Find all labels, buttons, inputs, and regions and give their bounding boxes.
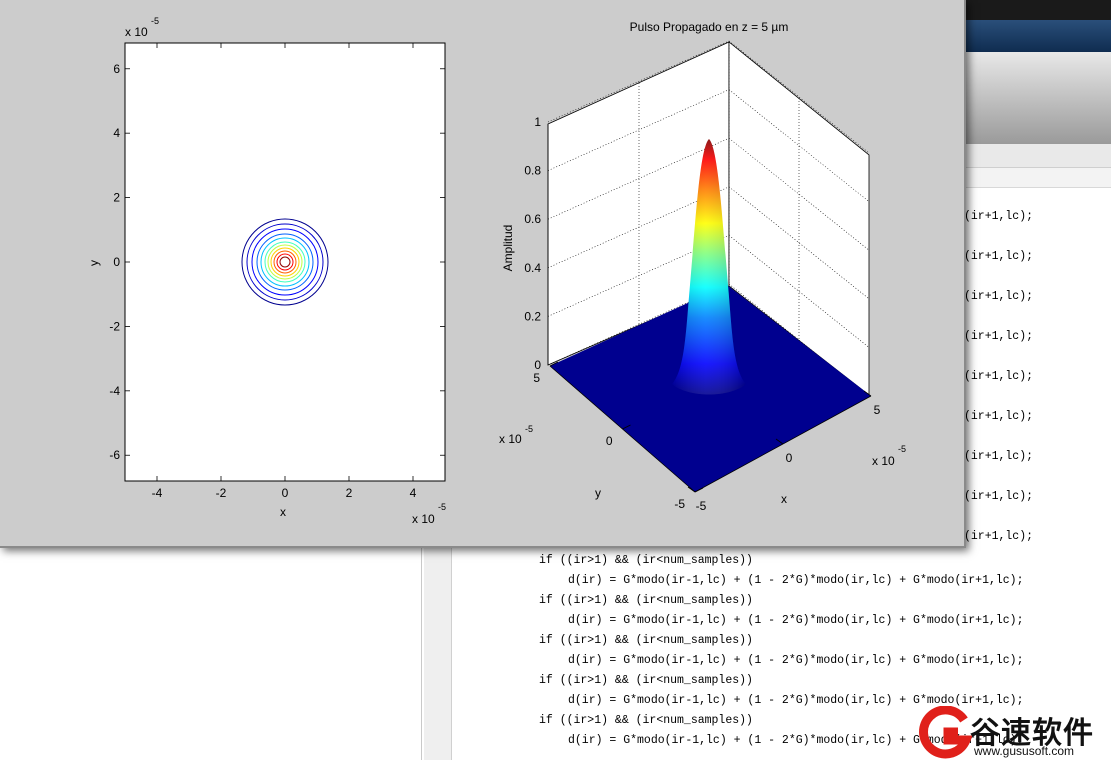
surface-y-tick-label: 0 (606, 434, 613, 448)
surface-x-label: x (781, 492, 787, 506)
code-line: (ir+1,lc); (964, 250, 1034, 263)
contour-y-tick-label: 2 (113, 191, 120, 205)
surface-x-tick-label: 0 (786, 451, 793, 465)
surface-x-tick-label: -5 (696, 499, 707, 513)
code-line: (ir+1,lc); (964, 370, 1034, 383)
contour-x-tick-label: 4 (410, 486, 417, 500)
surface-y-tick-label: -5 (674, 497, 685, 511)
surface-y-tick-label: 5 (533, 371, 540, 385)
watermark: 谷速软件 www.gususoft.com (918, 704, 1111, 760)
contour-y-tick-label: 4 (113, 126, 120, 140)
contour-x-label: x (280, 505, 286, 519)
watermark-url: www.gususoft.com (974, 744, 1075, 758)
surface-z-label: Amplitud (501, 225, 515, 272)
surface-z-tick-label: 1 (534, 115, 541, 129)
contour-y-tick-label: -6 (109, 448, 120, 462)
code-line: if ((ir>1) && (ir<num_samples)) (539, 594, 753, 607)
code-line: (ir+1,lc); (964, 210, 1034, 223)
editor-toolbar (960, 52, 1111, 144)
contour-x-exponent-power: -5 (438, 502, 446, 512)
code-line: d(ir) = G*modo(ir-1,lc) + (1 - 2*G)*modo… (568, 574, 1024, 587)
code-line: (ir+1,lc); (964, 410, 1034, 423)
contour-y-tick-label: -4 (109, 384, 120, 398)
surface-z-tick-label: 0.8 (524, 164, 541, 178)
code-line: if ((ir>1) && (ir<num_samples)) (539, 714, 753, 727)
contour-y-tick-label: 6 (113, 62, 120, 76)
code-line: if ((ir>1) && (ir<num_samples)) (539, 634, 753, 647)
contour-plot-area (124, 42, 446, 482)
surface-x-exponent-power: -5 (898, 444, 906, 454)
surface-axes[interactable]: Pulso Propagado en z = 5 µm 1 0.8 0.6 0.4 0.… (499, 20, 906, 513)
file-browser-pane[interactable] (0, 548, 422, 760)
surface-title: Pulso Propagado en z = 5 µm (630, 20, 789, 34)
editor-tab-strip (960, 144, 1111, 168)
code-line: (ir+1,lc); (964, 490, 1034, 503)
contour-y-exponent-power: -5 (151, 16, 159, 26)
editor-ruler (960, 168, 1111, 188)
figure-window[interactable]: -4 -2 0 2 4 6 4 2 0 -2 -4 -6 x y x 10 -5 x 10 -5 P… (0, 0, 966, 548)
editor-title-bar (960, 20, 1111, 52)
surface-x-tick-label: 5 (874, 403, 881, 417)
surface-z-tick-label: 0 (534, 358, 541, 372)
contour-y-tick-label: 0 (113, 255, 120, 269)
surface-y-exponent-power: -5 (525, 424, 533, 434)
surface-x-exponent: x 10 (872, 454, 895, 468)
code-line: d(ir) = G*modo(ir-1,lc) + (1 - 2*G)*modo… (568, 614, 1024, 627)
contour-y-tick-label: -2 (109, 319, 120, 333)
code-line: (ir+1,lc); (964, 330, 1034, 343)
code-line: (ir+1,lc); (964, 450, 1034, 463)
editor-top-bar (960, 0, 1111, 20)
code-line: (ir+1,lc); (964, 530, 1034, 543)
surface-z-tick-label: 0.4 (524, 261, 541, 275)
surface-y-exponent: x 10 (499, 432, 522, 446)
contour-x-tick-label: 2 (346, 486, 353, 500)
gususoft-logo-icon (919, 706, 972, 759)
editor-gutter (424, 548, 452, 760)
figure-canvas: -4 -2 0 2 4 6420-2-4-6 x y x 10 -5 x 10 -5 P… (87, 16, 906, 526)
contour-x-tick-label: -4 (152, 486, 163, 500)
surface-y-label: y (595, 486, 601, 500)
surface-z-ticks: 1 0.8 0.6 0.4 0.2 0 (524, 115, 541, 372)
contour-axes[interactable]: -4 -2 0 2 4 6 4 2 0 -2 -4 -6 x y x 10 -5 x 10 -5 (87, 16, 446, 526)
code-line: d(ir) = G*modo(ir-1,lc) + (1 - 2*G)*modo… (568, 654, 1024, 667)
contour-x-tick-label: 0 (282, 486, 289, 500)
contour-x-tick-label: -2 (216, 486, 227, 500)
contour-x-exponent: x 10 (412, 512, 435, 526)
contour-y-exponent: x 10 (125, 25, 148, 39)
contour-y-label: y (87, 260, 101, 266)
code-line: if ((ir>1) && (ir<num_samples)) (539, 554, 753, 567)
surface-z-tick-label: 0.6 (524, 212, 541, 226)
code-line: if ((ir>1) && (ir<num_samples)) (539, 674, 753, 687)
surface-z-tick-label: 0.2 (524, 309, 541, 323)
code-line: (ir+1,lc); (964, 290, 1034, 303)
